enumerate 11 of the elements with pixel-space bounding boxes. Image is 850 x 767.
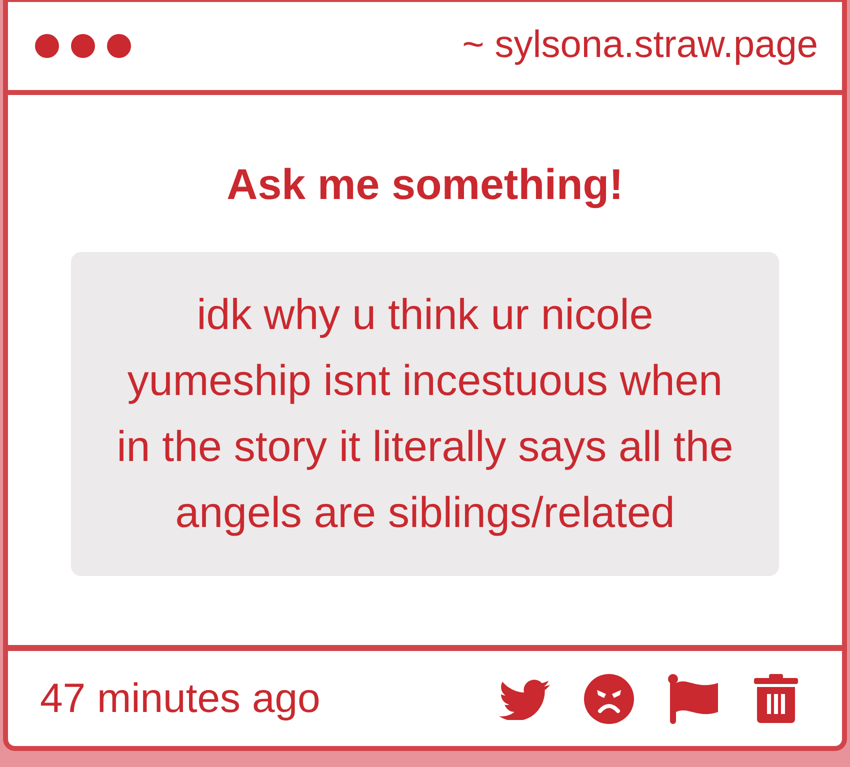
flag-icon[interactable] (668, 674, 720, 724)
window-dot-icon (71, 34, 95, 58)
timestamp-text: 47 minutes ago (40, 674, 320, 722)
trash-icon[interactable] (754, 674, 798, 723)
question-text: idk why u think ur nicole yumeship isnt incestuous when in the story it literally says all the angels are siblings/related (71, 252, 779, 576)
bird-icon[interactable] (499, 678, 550, 720)
angry-face-icon[interactable] (584, 674, 634, 724)
address-text: ~ sylsona.straw.page (462, 25, 818, 67)
window-dot-icon (107, 34, 131, 58)
window-dot-icon (35, 34, 59, 58)
prompt-heading: Ask me something! (226, 161, 624, 210)
